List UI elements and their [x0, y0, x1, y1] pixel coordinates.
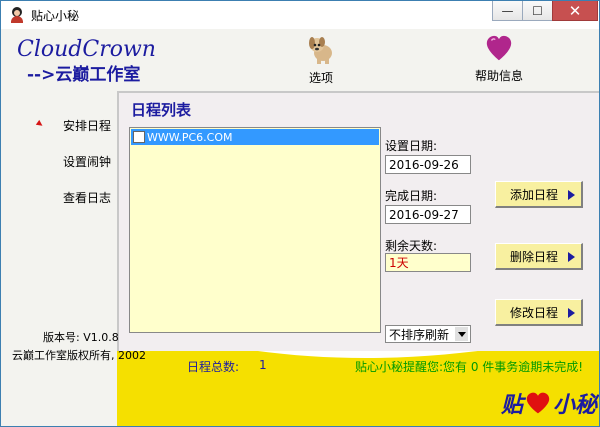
app-window: 贴心小秘 — ☐ ✕ CloudCrown -->云巅工作室 选项 帮助信息 安… — [0, 0, 600, 427]
set-date-label: 设置日期: — [385, 139, 438, 153]
nav-item-schedule[interactable]: 安排日程 — [63, 117, 111, 134]
signature-right: 小秘 — [553, 392, 598, 418]
nav-item-alarm[interactable]: 设置闹钟 — [63, 153, 111, 170]
schedule-list[interactable]: WWW.PC6.COM — [129, 127, 381, 333]
app-girl-icon — [9, 7, 25, 23]
remaining-days-field: 1天 — [385, 253, 471, 272]
minimize-icon: — — [501, 3, 514, 18]
selected-arrow-icon — [35, 119, 45, 129]
help-button[interactable]: 帮助信息 — [475, 33, 523, 84]
window-title: 贴心小秘 — [31, 8, 80, 23]
finish-date-field[interactable]: 2016-09-27 — [385, 205, 471, 224]
list-item-checkbox[interactable] — [133, 131, 145, 143]
version-text: 版本号: V1.0.8 — [43, 331, 119, 344]
list-item[interactable]: WWW.PC6.COM — [131, 129, 379, 145]
window-controls: — ☐ ✕ — [492, 1, 598, 21]
dog-icon — [309, 37, 332, 64]
maximize-icon: ☐ — [532, 3, 543, 18]
cloudcrown-logo: CloudCrown -->云巅工作室 — [17, 37, 156, 85]
sort-select-value: 不排序刷新 — [389, 327, 450, 342]
client-area: CloudCrown -->云巅工作室 选项 帮助信息 安排日程 设置闹钟 查看… — [1, 29, 599, 426]
panel-title: 日程列表 — [131, 101, 192, 119]
play-arrow-icon — [568, 190, 575, 200]
play-arrow-icon — [568, 308, 575, 318]
heart-icon — [486, 35, 512, 61]
schedule-count-value: 1 — [259, 358, 267, 372]
signature-left: 贴 — [501, 392, 524, 418]
signature-logo: 贴 小秘 — [501, 387, 597, 419]
help-label: 帮助信息 — [475, 69, 524, 83]
options-label: 选项 — [308, 71, 333, 85]
schedule-count-label: 日程总数: — [187, 360, 240, 374]
copyright-text: 云巅工作室版权所有, 2002 — [12, 349, 146, 362]
minimize-button[interactable]: — — [492, 1, 522, 21]
finish-date-label: 完成日期: — [385, 189, 438, 203]
close-button[interactable]: ✕ — [552, 1, 598, 21]
chevron-down-icon[interactable] — [455, 327, 468, 341]
set-date-field[interactable]: 2016-09-26 — [385, 155, 471, 174]
play-arrow-icon — [568, 252, 575, 262]
logo-sub-text: -->云巅工作室 — [27, 65, 141, 85]
close-icon: ✕ — [568, 1, 582, 20]
header-bar: CloudCrown -->云巅工作室 选项 帮助信息 — [1, 29, 599, 91]
remaining-days-label: 剩余天数: — [385, 239, 438, 253]
sort-select[interactable]: 不排序刷新 — [385, 325, 471, 343]
delete-schedule-button[interactable]: 删除日程 — [495, 243, 583, 270]
add-schedule-label: 添加日程 — [510, 187, 559, 202]
add-schedule-button[interactable]: 添加日程 — [495, 181, 583, 208]
overdue-reminder: 贴心小秘提醒您:您有 0 件事务逾期未完成! — [355, 360, 584, 374]
edit-schedule-button[interactable]: 修改日程 — [495, 299, 583, 326]
nav-item-log[interactable]: 查看日志 — [63, 189, 111, 206]
maximize-button[interactable]: ☐ — [522, 1, 552, 21]
edit-schedule-label: 修改日程 — [510, 305, 559, 320]
left-nav: 安排日程 设置闹钟 查看日志 — [1, 91, 117, 426]
schedule-panel: 日程列表 WWW.PC6.COM 设置日期: 2016-09-26 完成日期: … — [117, 91, 599, 351]
delete-schedule-label: 删除日程 — [510, 249, 559, 264]
options-button[interactable]: 选项 — [305, 33, 337, 86]
list-item-text: WWW.PC6.COM — [147, 130, 233, 144]
red-heart-icon — [526, 392, 550, 414]
logo-main-text: CloudCrown — [17, 37, 156, 62]
title-bar[interactable]: 贴心小秘 — ☐ ✕ — [1, 1, 599, 29]
